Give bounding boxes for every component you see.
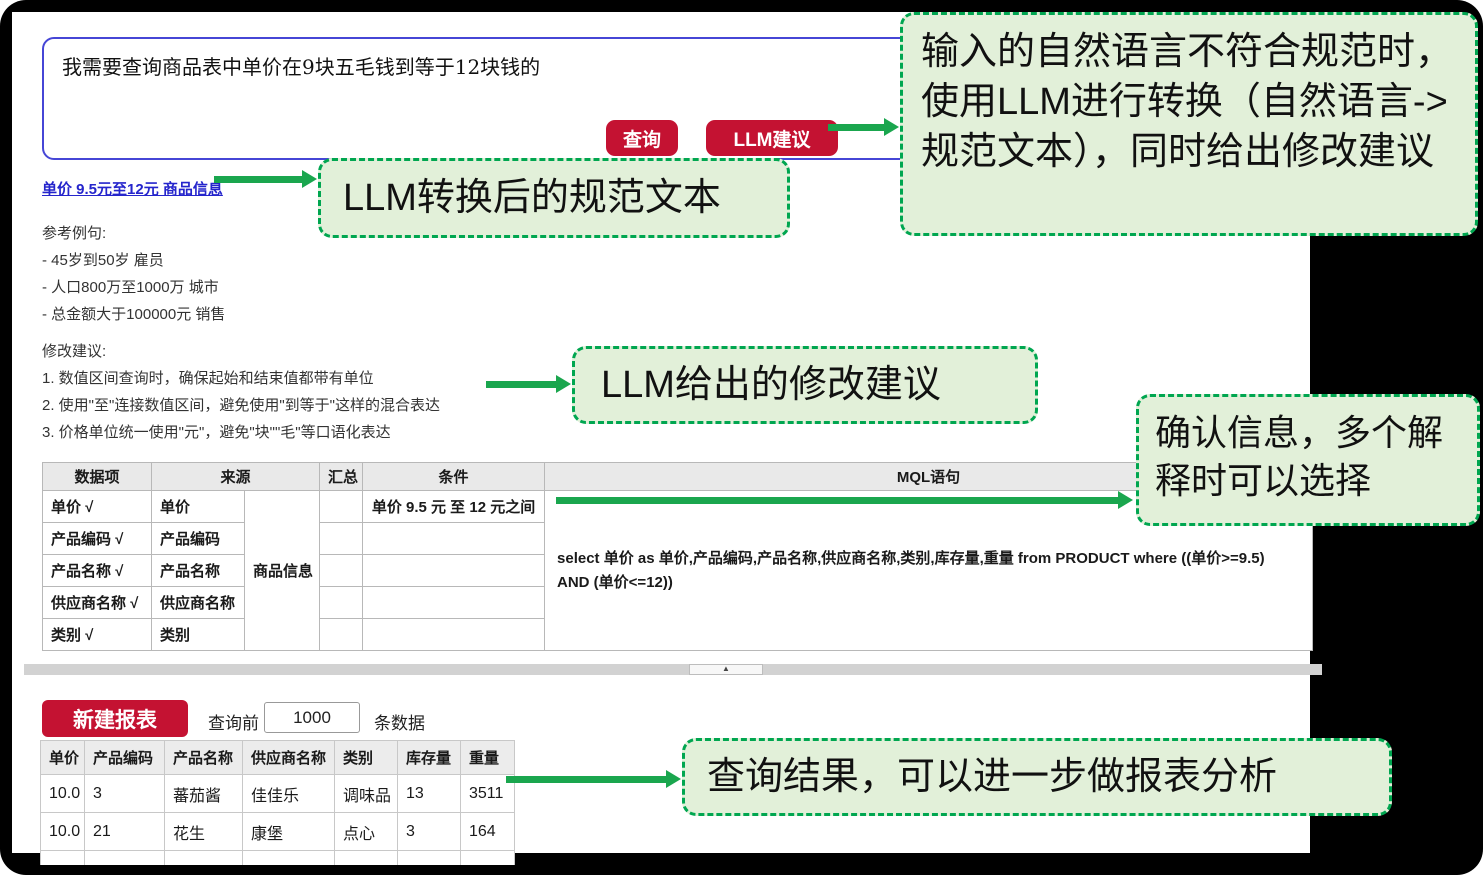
arrow-condition-to-confirm-callout	[556, 491, 1133, 509]
arrow-link-to-normalized-callout	[214, 170, 317, 188]
column-header: 单价	[40, 740, 85, 775]
annotation-confirm-info: 确认信息，多个解释时可以选择	[1136, 394, 1480, 526]
cell	[334, 850, 398, 865]
schema-header-row: 数据项 来源 汇总 条件 MQL语句	[42, 462, 1314, 491]
column-header: 条件	[362, 462, 546, 491]
table-row	[40, 850, 515, 865]
limit-prefix-label: 查询前	[208, 714, 259, 733]
aggregate-cell	[319, 586, 364, 619]
cell	[242, 850, 335, 865]
source-table-cell: 商品信息	[243, 490, 321, 651]
annotation-normalized-text: LLM转换后的规范文本	[318, 158, 790, 238]
example-item: - 人口800万至1000万 城市	[42, 279, 219, 296]
table-row: 10.0 3 蕃茄酱 佳佳乐 调味品 13 3511	[40, 774, 515, 813]
cell	[84, 850, 165, 865]
source-field-cell: 单价	[151, 490, 245, 523]
example-item: - 45岁到50岁 雇员	[42, 252, 164, 269]
query-button[interactable]: 查询	[606, 120, 678, 156]
column-header: 产品名称	[164, 740, 243, 775]
normalized-query-link[interactable]: 单价 9.5元至12元 商品信息	[42, 178, 223, 199]
column-header: 汇总	[319, 462, 364, 491]
cell: 13	[397, 774, 461, 813]
annotation-query-result: 查询结果，可以进一步做报表分析	[682, 738, 1392, 816]
aggregate-cell	[319, 490, 364, 523]
source-field-cell: 产品名称	[151, 554, 245, 587]
column-header: 库存量	[397, 740, 461, 775]
condition-cell[interactable]: 单价 9.5 元 至 12 元之间	[362, 490, 546, 523]
suggestion-item: 3. 价格单位统一使用"元"，避免"块""毛"等口语化表达	[42, 424, 391, 441]
result-header-row: 单价 产品编码 产品名称 供应商名称 类别 库存量 重量	[40, 740, 515, 775]
cell: 花生	[164, 812, 243, 851]
data-item-cell[interactable]: 产品编码 √	[42, 522, 152, 555]
data-item-cell[interactable]: 类别 √	[42, 618, 152, 651]
source-field-cell: 类别	[151, 618, 245, 651]
example-item: - 总金额大于100000元 销售	[42, 306, 226, 323]
arrow-llmbutton-to-convert-callout	[828, 118, 899, 136]
column-header: 类别	[334, 740, 398, 775]
column-header: 供应商名称	[242, 740, 335, 775]
arrow-results-to-callout	[506, 770, 681, 788]
cell: 佳佳乐	[242, 774, 335, 813]
data-item-cell[interactable]: 供应商名称 √	[42, 586, 152, 619]
cell: 点心	[334, 812, 398, 851]
column-header: 产品编码	[84, 740, 165, 775]
cell: 164	[460, 812, 515, 851]
cell: 3	[84, 774, 165, 813]
cell	[164, 850, 243, 865]
cell: 10.0	[40, 774, 85, 813]
cell	[40, 850, 85, 865]
new-report-button[interactable]: 新建报表	[42, 700, 188, 737]
arrow-suggestions-to-callout	[486, 375, 571, 393]
limit-suffix-label: 条数据	[374, 714, 425, 733]
chevron-up-icon: ▲	[722, 664, 730, 673]
data-item-cell[interactable]: 产品名称 √	[42, 554, 152, 587]
aggregate-cell	[319, 522, 364, 555]
suggestions-title: 修改建议:	[42, 343, 107, 360]
data-item-cell[interactable]: 单价 √	[42, 490, 152, 523]
aggregate-cell	[319, 554, 364, 587]
cell: 10.0	[40, 812, 85, 851]
column-header: 来源	[150, 462, 321, 491]
cell: 调味品	[334, 774, 398, 813]
table-row: 10.0 21 花生 康堡 点心 3 164	[40, 812, 515, 851]
column-header: 数据项	[42, 462, 152, 491]
cell: 蕃茄酱	[164, 774, 243, 813]
llm-suggestion-button[interactable]: LLM建议	[706, 120, 838, 156]
query-result-table: 单价 产品编码 产品名称 供应商名称 类别 库存量 重量 10.0 3 蕃茄酱 …	[40, 740, 515, 865]
source-field-cell: 供应商名称	[151, 586, 245, 619]
cell	[397, 850, 461, 865]
panel-splitter[interactable]: ▲	[24, 664, 1322, 675]
query-result-area: 单价 产品编码 产品名称 供应商名称 类别 库存量 重量 10.0 3 蕃茄酱 …	[40, 740, 518, 865]
suggestion-item: 1. 数值区间查询时，确保起始和结束值都带有单位	[42, 370, 374, 387]
condition-cell[interactable]	[362, 618, 546, 651]
condition-cell[interactable]	[362, 522, 546, 555]
aggregate-cell	[319, 618, 364, 651]
annotation-llm-convert: 输入的自然语言不符合规范时，使用LLM进行转换（自然语言->规范文本），同时给出…	[900, 12, 1478, 236]
cell: 康堡	[242, 812, 335, 851]
examples-title: 参考例句:	[42, 225, 107, 242]
cell: 3	[397, 812, 461, 851]
column-header: 重量	[460, 740, 515, 775]
splitter-collapse-button[interactable]: ▲	[689, 664, 763, 675]
condition-cell[interactable]	[362, 554, 546, 587]
suggestion-item: 2. 使用"至"连接数值区间，避免使用"到等于"这样的混合表达	[42, 397, 440, 414]
cell	[460, 850, 515, 865]
row-limit-input[interactable]	[264, 702, 360, 733]
cell: 21	[84, 812, 165, 851]
condition-cell[interactable]	[362, 586, 546, 619]
annotation-llm-suggestion: LLM给出的修改建议	[572, 346, 1038, 424]
source-field-cell: 产品编码	[151, 522, 245, 555]
